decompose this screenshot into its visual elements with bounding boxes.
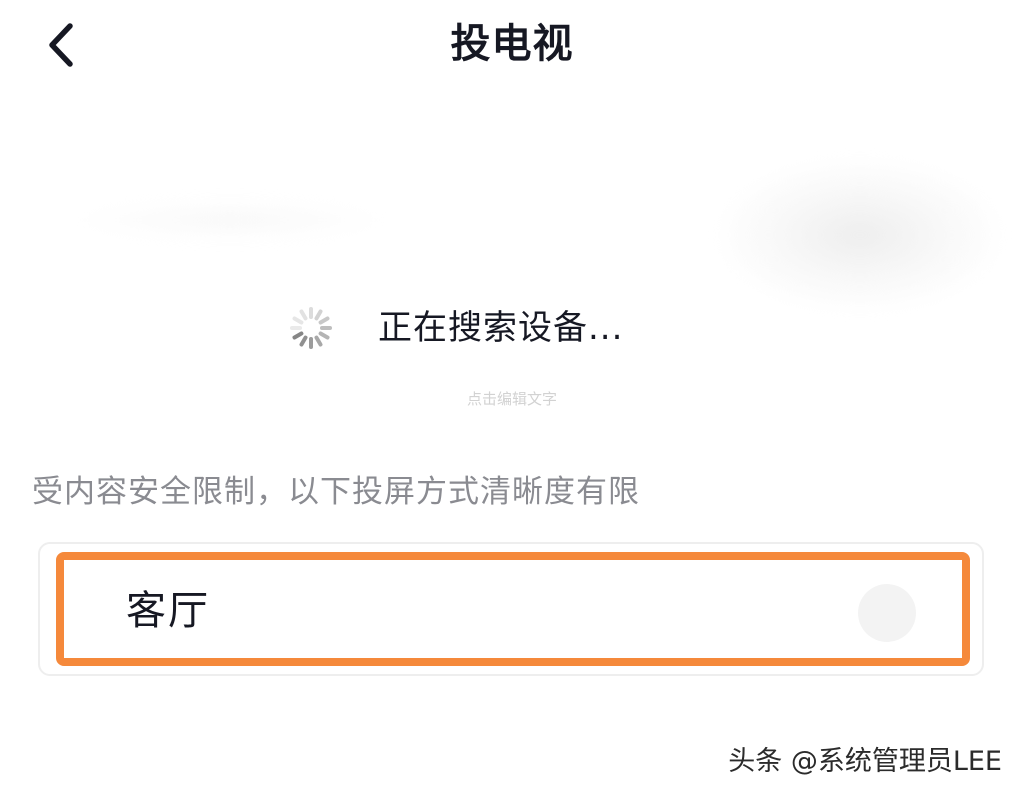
device-item-living-room[interactable]: 客厅 (56, 552, 970, 666)
blurred-background-area-left (80, 200, 380, 240)
device-name: 客厅 (126, 588, 210, 634)
header: 投电视 (0, 0, 1024, 96)
device-select-radio[interactable] (858, 584, 916, 642)
edit-text-hint: 点击编辑文字 (466, 390, 557, 408)
searching-text: 正在搜索设备... (378, 308, 624, 348)
cast-to-tv-screen: 投电视 正在搜索设备... 点击编辑文字 受内容安全限制，以下投屏方式清晰度有限 (0, 0, 1024, 798)
source-watermark: 头条 @系统管理员LEE (728, 746, 1002, 777)
blurred-background-area (720, 160, 1000, 310)
loading-spinner-icon (290, 307, 332, 349)
searching-status: 正在搜索设备... (288, 300, 623, 356)
restriction-note: 受内容安全限制，以下投屏方式清晰度有限 (32, 474, 640, 510)
page-title: 投电视 (450, 21, 574, 67)
